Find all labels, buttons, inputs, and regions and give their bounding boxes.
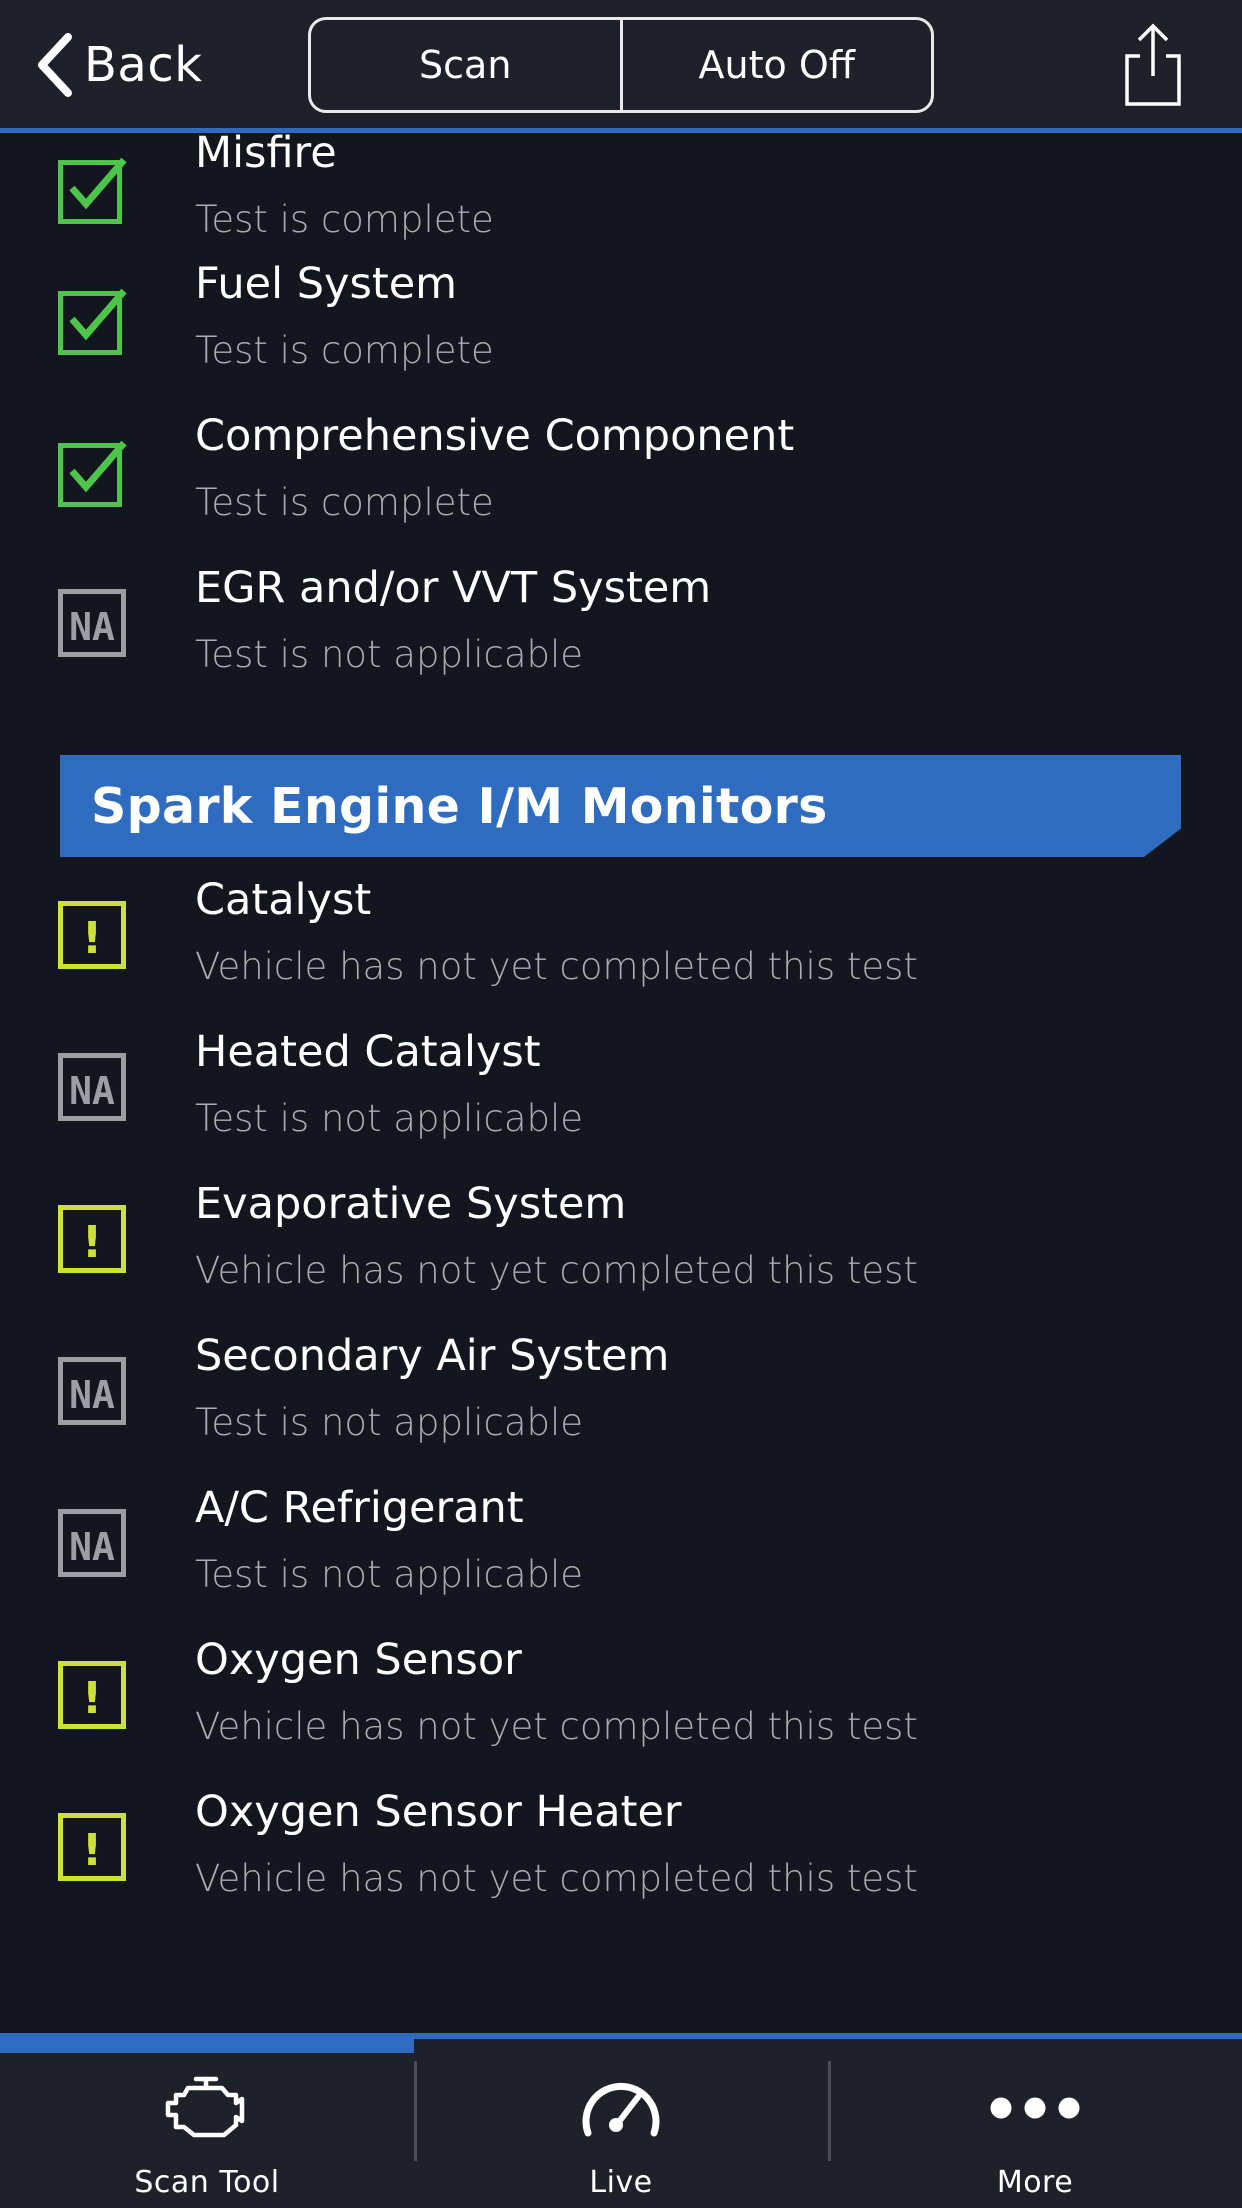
share-button[interactable] bbox=[1118, 22, 1188, 108]
svg-text:!: ! bbox=[82, 1673, 102, 1724]
warning-icon: ! bbox=[58, 1205, 126, 1273]
tab-label: Scan Tool bbox=[134, 2165, 280, 2200]
not-applicable-icon: NA bbox=[58, 1509, 126, 1577]
list-item: Comprehensive Component Test is complete bbox=[0, 391, 1242, 543]
not-applicable-icon: NA bbox=[58, 1053, 126, 1121]
svg-text:!: ! bbox=[82, 913, 102, 964]
auto-off-segment[interactable]: Auto Off bbox=[619, 20, 932, 110]
monitor-status: Test is complete bbox=[195, 481, 494, 524]
section-header: Spark Engine I/M Monitors bbox=[60, 755, 1181, 857]
monitor-title: Secondary Air System bbox=[195, 1331, 670, 1381]
monitor-status: Vehicle has not yet completed this test bbox=[195, 1249, 918, 1292]
monitor-title: Fuel System bbox=[195, 259, 458, 309]
nav-bar: Back Scan Auto Off bbox=[0, 0, 1242, 133]
list-item: ! Evaporative System Vehicle has not yet… bbox=[0, 1176, 1242, 1328]
back-label: Back bbox=[84, 37, 203, 93]
scan-mode-segmented-control: Scan Auto Off bbox=[308, 17, 934, 113]
tab-label: More bbox=[996, 2165, 1074, 2200]
more-icon bbox=[990, 2097, 1080, 2119]
engine-icon bbox=[165, 2076, 245, 2138]
svg-text:NA: NA bbox=[69, 1373, 115, 1417]
list-item: NA Secondary Air System Test is not appl… bbox=[0, 1328, 1242, 1480]
scan-segment[interactable]: Scan bbox=[311, 20, 620, 110]
monitor-status: Test is complete bbox=[195, 329, 494, 372]
tab-live[interactable]: Live bbox=[414, 2039, 828, 2208]
check-icon bbox=[58, 440, 127, 507]
not-applicable-icon: NA bbox=[58, 1357, 126, 1425]
monitor-title: Catalyst bbox=[195, 875, 372, 925]
check-icon bbox=[58, 288, 127, 355]
monitor-status: Test is not applicable bbox=[195, 1553, 584, 1596]
tab-scan-tool[interactable]: Scan Tool bbox=[0, 2039, 414, 2208]
svg-text:NA: NA bbox=[69, 1069, 115, 1113]
monitor-title: Misfire bbox=[195, 133, 337, 178]
section-title: Spark Engine I/M Monitors bbox=[91, 777, 828, 835]
warning-icon: ! bbox=[58, 1813, 126, 1881]
monitor-title: EGR and/or VVT System bbox=[195, 563, 712, 613]
not-applicable-icon: NA bbox=[58, 589, 126, 657]
speedometer-icon bbox=[582, 2082, 660, 2137]
monitor-title: Evaporative System bbox=[195, 1179, 627, 1229]
share-icon bbox=[1125, 23, 1181, 106]
list-item: NA Heated Catalyst Test is not applicabl… bbox=[0, 1024, 1242, 1176]
monitor-title: Comprehensive Component bbox=[195, 411, 795, 461]
monitor-status: Vehicle has not yet completed this test bbox=[195, 1705, 918, 1748]
check-icon bbox=[58, 157, 127, 224]
monitor-title: Heated Catalyst bbox=[195, 1027, 541, 1077]
svg-text:!: ! bbox=[82, 1217, 102, 1268]
svg-text:NA: NA bbox=[69, 605, 115, 649]
monitor-title: Oxygen Sensor Heater bbox=[195, 1787, 682, 1837]
monitor-title: A/C Refrigerant bbox=[195, 1483, 524, 1533]
list-item: Fuel System Test is complete bbox=[0, 239, 1242, 391]
svg-text:NA: NA bbox=[69, 1525, 115, 1569]
monitor-list[interactable]: Misfire Test is complete Fuel System Tes… bbox=[0, 133, 1242, 2033]
list-item: ! Catalyst Vehicle has not yet completed… bbox=[0, 872, 1242, 1024]
monitor-status: Test is not applicable bbox=[195, 1401, 584, 1444]
warning-icon: ! bbox=[58, 901, 126, 969]
monitor-title: Oxygen Sensor bbox=[195, 1635, 522, 1685]
svg-text:!: ! bbox=[82, 1825, 102, 1876]
tab-bar: Scan Tool Live More bbox=[0, 2039, 1242, 2208]
monitor-status: Vehicle has not yet completed this test bbox=[195, 945, 918, 988]
list-item: ! Oxygen Sensor Heater Vehicle has not y… bbox=[0, 1784, 1242, 1936]
tab-label: Live bbox=[589, 2165, 653, 2200]
monitor-status: Test is not applicable bbox=[195, 633, 584, 676]
tab-more[interactable]: More bbox=[828, 2039, 1242, 2208]
list-item: NA A/C Refrigerant Test is not applicabl… bbox=[0, 1480, 1242, 1632]
warning-icon: ! bbox=[58, 1661, 126, 1729]
back-button[interactable]: Back bbox=[34, 30, 203, 100]
chevron-left-icon bbox=[38, 33, 72, 97]
list-item: ! Oxygen Sensor Vehicle has not yet comp… bbox=[0, 1632, 1242, 1784]
list-item: NA EGR and/or VVT System Test is not app… bbox=[0, 543, 1242, 695]
monitor-status: Test is not applicable bbox=[195, 1097, 584, 1140]
monitor-status: Vehicle has not yet completed this test bbox=[195, 1857, 918, 1900]
list-item: Misfire Test is complete bbox=[0, 133, 1242, 239]
monitor-status: Test is complete bbox=[195, 198, 494, 241]
